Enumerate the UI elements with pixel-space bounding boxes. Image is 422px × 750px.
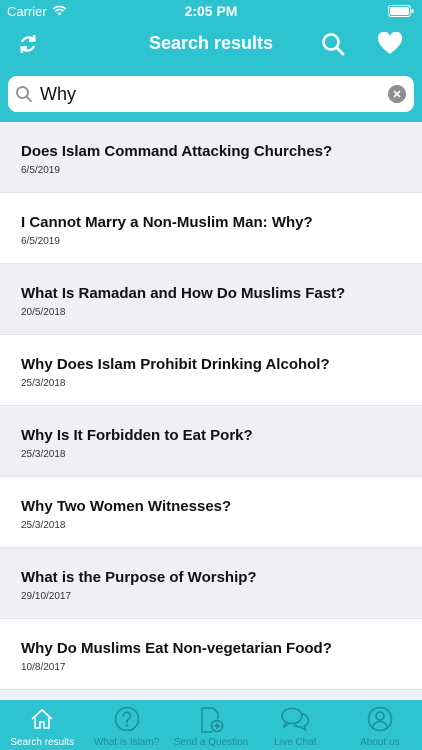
result-title: What Is Ramadan and How Do Muslims Fast? bbox=[21, 285, 346, 302]
list-item[interactable] bbox=[0, 690, 422, 700]
send-document-icon bbox=[169, 706, 253, 734]
result-date: 29/10/2017 bbox=[21, 591, 72, 602]
battery-icon bbox=[388, 5, 414, 20]
search-icon[interactable] bbox=[319, 30, 347, 58]
result-title: Does Islam Command Attacking Churches? bbox=[21, 143, 333, 160]
page-title: Search results bbox=[148, 33, 274, 53]
user-icon bbox=[338, 706, 422, 732]
tab-live-chat[interactable]: Live Chat bbox=[253, 700, 337, 750]
list-item[interactable]: I Cannot Marry a Non-Muslim Man: Why? 6/… bbox=[0, 193, 422, 264]
search-input[interactable] bbox=[40, 80, 370, 108]
result-title: Why Do Muslims Eat Non-vegetarian Food? bbox=[21, 640, 332, 657]
tab-about-us[interactable]: About us bbox=[338, 700, 422, 750]
tab-label: Search results bbox=[10, 737, 75, 748]
results-list: Does Islam Command Attacking Churches? 6… bbox=[0, 122, 422, 700]
tab-bar: Search results What is Islam? Send a Que… bbox=[0, 700, 422, 750]
clear-icon[interactable] bbox=[388, 85, 406, 103]
result-title: Why Is It Forbidden to Eat Pork? bbox=[21, 427, 253, 444]
tab-label: Send a Question bbox=[173, 737, 249, 748]
tab-label: What is Islam? bbox=[93, 737, 160, 748]
list-item[interactable]: Does Islam Command Attacking Churches? 6… bbox=[0, 122, 422, 193]
search-bar bbox=[0, 66, 422, 122]
chat-icon bbox=[253, 706, 337, 732]
result-date: 10/8/2017 bbox=[21, 662, 66, 673]
list-item[interactable]: Why Two Women Witnesses? 25/3/2018 bbox=[0, 477, 422, 548]
result-date: 25/3/2018 bbox=[21, 449, 66, 460]
tab-send-a-question[interactable]: Send a Question bbox=[169, 700, 253, 750]
result-title: Why Two Women Witnesses? bbox=[21, 498, 232, 515]
result-date: 6/5/2019 bbox=[21, 236, 60, 247]
question-icon bbox=[84, 706, 168, 732]
result-title: I Cannot Marry a Non-Muslim Man: Why? bbox=[21, 214, 313, 231]
result-title: What is the Purpose of Worship? bbox=[21, 569, 257, 586]
tab-what-is-islam[interactable]: What is Islam? bbox=[84, 700, 168, 750]
result-date: 6/5/2019 bbox=[21, 165, 60, 176]
result-date: 25/3/2018 bbox=[21, 378, 66, 389]
list-item[interactable]: Why Does Islam Prohibit Drinking Alcohol… bbox=[0, 335, 422, 406]
status-time: 2:05 PM bbox=[184, 3, 238, 19]
list-item[interactable]: Why Is It Forbidden to Eat Pork? 25/3/20… bbox=[0, 406, 422, 477]
home-icon bbox=[0, 706, 84, 732]
list-item[interactable]: What is the Purpose of Worship? 29/10/20… bbox=[0, 548, 422, 619]
tab-search-results[interactable]: Search results bbox=[0, 700, 84, 750]
list-item[interactable]: What Is Ramadan and How Do Muslims Fast?… bbox=[0, 264, 422, 335]
nav-bar: Search results bbox=[0, 22, 422, 66]
result-title: Why Does Islam Prohibit Drinking Alcohol… bbox=[21, 356, 330, 373]
tab-label: About us bbox=[360, 737, 400, 748]
list-item[interactable]: Why Do Muslims Eat Non-vegetarian Food? … bbox=[0, 619, 422, 690]
result-date: 20/5/2018 bbox=[21, 307, 66, 318]
search-field-icon bbox=[15, 85, 33, 108]
heart-icon[interactable] bbox=[376, 30, 404, 58]
status-bar: Carrier 2:05 PM bbox=[0, 0, 422, 22]
result-date: 25/3/2018 bbox=[21, 520, 66, 531]
tab-label: Live Chat bbox=[274, 737, 317, 748]
search-field[interactable] bbox=[8, 76, 414, 112]
